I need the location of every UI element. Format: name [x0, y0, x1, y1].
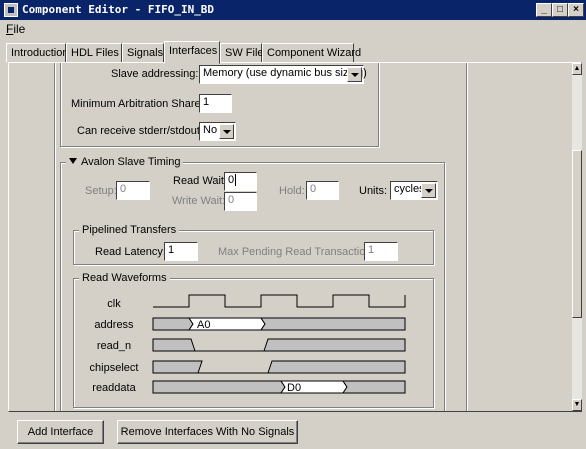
readdata-value-label: D0: [287, 382, 301, 394]
minimize-button[interactable]: _: [536, 3, 552, 17]
add-interface-button[interactable]: Add Interface: [17, 420, 104, 444]
address-waveform: A0: [152, 317, 406, 331]
remove-interfaces-button[interactable]: Remove Interfaces With No Signals: [117, 420, 298, 444]
scrollbar-thumb[interactable]: [572, 150, 582, 318]
scroll-up-icon[interactable]: ▲: [572, 63, 582, 75]
scroll-down-icon[interactable]: ▼: [572, 399, 582, 411]
tab-signals[interactable]: Signals: [122, 43, 164, 63]
interfaces-panel: Slave addressing: Memory (use dynamic bu…: [8, 62, 582, 412]
tab-component-wizard[interactable]: Component Wizard: [262, 43, 361, 63]
maximize-button[interactable]: □: [552, 3, 568, 17]
signal-label-chipselect: chipselect: [90, 362, 139, 374]
tab-introduction[interactable]: Introduction: [6, 43, 68, 63]
menu-file[interactable]: File: [6, 22, 25, 36]
address-value-label: A0: [197, 319, 210, 331]
clk-waveform: [153, 294, 406, 308]
tab-hdl-files[interactable]: HDL Files: [66, 43, 122, 63]
vertical-scrollbar[interactable]: ▲ ▼: [572, 63, 582, 411]
app-icon[interactable]: [4, 3, 18, 17]
tab-sw-files[interactable]: SW Files: [220, 43, 269, 63]
read-n-waveform: [152, 338, 406, 352]
signal-label-readdata: readdata: [92, 382, 136, 394]
readdata-waveform: D0: [152, 380, 406, 394]
waveform-diagram: clk address read_n chipselect readdata A0 D0: [90, 294, 406, 394]
close-button[interactable]: ×: [568, 3, 584, 17]
signal-label-read-n: read_n: [97, 340, 131, 352]
signal-label-clk: clk: [107, 298, 121, 310]
title-bar: Component Editor - FIFO_IN_BD _ □ ×: [0, 0, 586, 20]
button-bar: Add Interface Remove Interfaces With No …: [0, 412, 586, 449]
signal-label-address: address: [94, 319, 134, 331]
tab-interfaces[interactable]: Interfaces: [164, 41, 220, 64]
menu-bar: File: [0, 20, 586, 38]
chipselect-waveform: [152, 360, 406, 374]
scroll-content: Slave addressing: Memory (use dynamic bu…: [9, 63, 572, 411]
menu-file-label: ile: [13, 22, 26, 36]
window-title: Component Editor - FIFO_IN_BD: [22, 3, 215, 16]
